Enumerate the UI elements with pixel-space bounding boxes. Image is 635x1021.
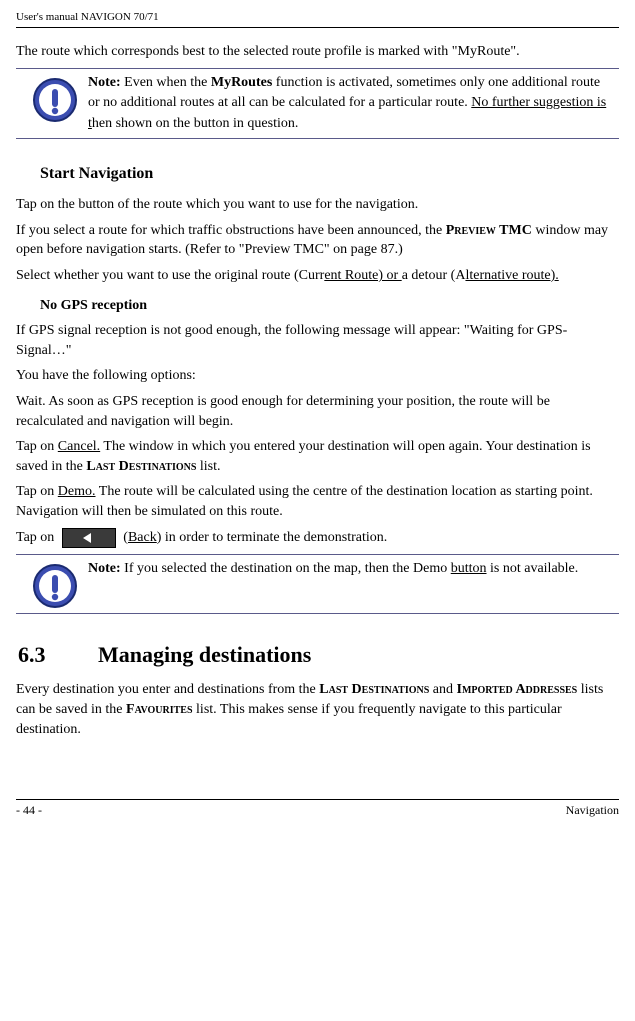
no-gps-p1: If GPS signal reception is not good enou… bbox=[16, 321, 619, 360]
section-title: Managing destinations bbox=[98, 640, 311, 671]
note-icon bbox=[32, 77, 78, 123]
no-gps-opt3: Tap on Demo. The route will be calculate… bbox=[16, 482, 619, 521]
note-1-text: Note: Even when the MyRoutes function is… bbox=[88, 73, 609, 134]
intro-paragraph: The route which corresponds best to the … bbox=[16, 42, 619, 62]
no-gps-heading: No GPS reception bbox=[40, 296, 619, 316]
start-nav-select: Select whether you want to use the origi… bbox=[16, 266, 619, 286]
note-1-label: Note: bbox=[88, 75, 121, 90]
section-number: 6.3 bbox=[16, 640, 98, 671]
note-2-text: Note: If you selected the destination on… bbox=[88, 559, 609, 609]
intro-text: The route which corresponds best to the … bbox=[16, 44, 520, 59]
page-header: User's manual NAVIGON 70/71 bbox=[16, 10, 619, 28]
footer-section: Navigation bbox=[566, 802, 619, 819]
no-gps-opt4: Tap on (Back) in order to terminate the … bbox=[16, 528, 619, 548]
no-gps-opt2: Tap on Cancel. The window in which you e… bbox=[16, 437, 619, 476]
start-navigation-heading: Start Navigation bbox=[40, 163, 619, 185]
section-heading-row: 6.3 Managing destinations bbox=[16, 640, 619, 671]
note-2-label: Note: bbox=[88, 561, 121, 576]
start-nav-tap: Tap on the button of the route which you… bbox=[16, 195, 619, 215]
page-footer: - 44 - Navigation bbox=[16, 799, 619, 829]
back-button-icon[interactable] bbox=[62, 528, 116, 548]
note-block-1: Note: Even when the MyRoutes function is… bbox=[16, 68, 619, 139]
no-gps-opt1: Wait. As soon as GPS reception is good e… bbox=[16, 392, 619, 431]
start-nav-p1: If you select a route for which traffic … bbox=[16, 221, 619, 260]
header-title: User's manual NAVIGON 70/71 bbox=[16, 11, 159, 23]
page-number: - 44 - bbox=[16, 802, 42, 819]
note-icon bbox=[32, 563, 78, 609]
no-gps-p2: You have the following options: bbox=[16, 366, 619, 386]
section-body: Every destination you enter and destinat… bbox=[16, 680, 619, 739]
note-block-2: Note: If you selected the destination on… bbox=[16, 554, 619, 614]
